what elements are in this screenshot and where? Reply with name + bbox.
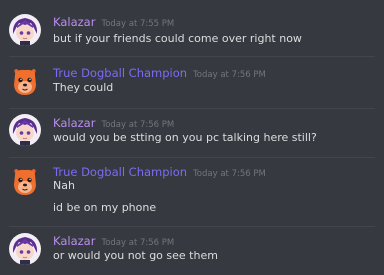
message-text: but if your friends could come over righ… [53,32,302,45]
username[interactable]: True Dogball Champion [53,66,187,80]
message-divider [9,226,375,227]
anime-avatar-icon [9,114,41,146]
anime-avatar-icon [9,14,41,46]
message-text: Nah [53,179,75,192]
message-text: or would you not go see them [53,249,218,262]
username[interactable]: Kalazar [53,116,95,130]
chat-message-list: Kalazar Today at 7:55 PM but if your frie… [0,0,384,275]
anime-avatar-icon [9,233,41,265]
avatar[interactable] [9,14,41,46]
timestamp: Today at 7:55 PM [101,19,175,29]
message-divider [9,56,375,57]
orange-dog-avatar-icon [9,65,41,97]
timestamp: Today at 7:56 PM [193,70,266,80]
avatar[interactable] [9,233,41,265]
username[interactable]: Kalazar [53,234,95,248]
username[interactable]: Kalazar [53,15,95,29]
message-header: True Dogball Champion Today at 7:56 PM [53,64,266,80]
timestamp: Today at 7:56 PM [101,120,175,130]
message-header: Kalazar Today at 7:55 PM [53,13,174,29]
message-text: would you be stting on you pc talking he… [53,131,317,144]
message-divider [9,157,375,158]
username[interactable]: True Dogball Champion [53,165,187,179]
message-text: They could [53,81,114,94]
timestamp: Today at 7:56 PM [193,169,266,179]
message-header: True Dogball Champion Today at 7:56 PM [53,163,266,179]
message-header: Kalazar Today at 7:56 PM [53,232,174,248]
orange-dog-avatar-icon [9,165,41,197]
avatar[interactable] [9,65,41,97]
message-header: Kalazar Today at 7:56 PM [53,114,174,130]
message-divider [9,108,375,109]
avatar[interactable] [9,114,41,146]
timestamp: Today at 7:56 PM [101,238,175,248]
message-text: id be on my phone [53,201,157,214]
avatar[interactable] [9,165,41,197]
